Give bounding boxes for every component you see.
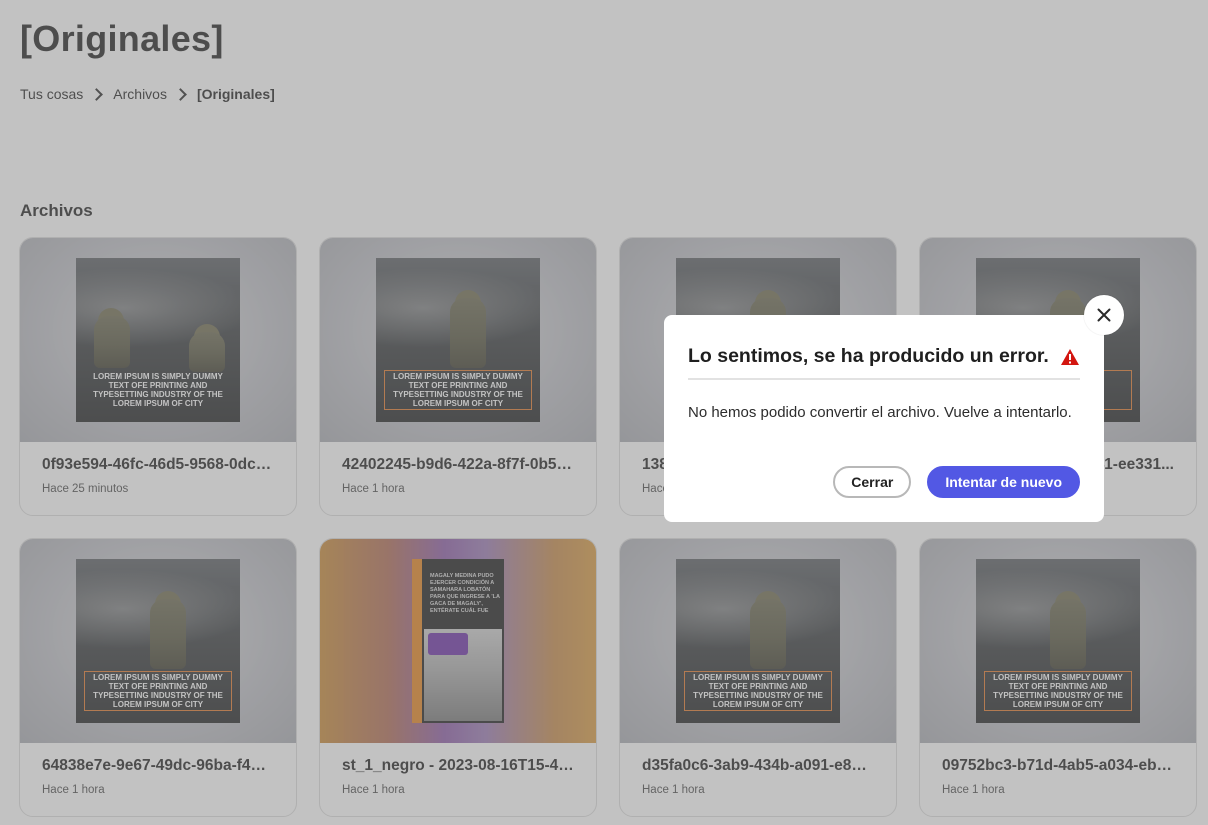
retry-button[interactable]: Intentar de nuevo [927,466,1080,498]
close-dialog-button[interactable] [1084,295,1124,335]
close-icon [1097,308,1111,322]
dialog-actions: Cerrar Intentar de nuevo [833,466,1080,498]
dialog-message: No hemos podido convertir el archivo. Vu… [688,404,1072,421]
dialog-header: Lo sentimos, se ha producido un error. [688,345,1080,380]
dialog-title: Lo sentimos, se ha producido un error. [688,345,1049,367]
cancel-button[interactable]: Cerrar [833,466,912,498]
alert-triangle-icon [1061,348,1079,365]
error-dialog: Lo sentimos, se ha producido un error. N… [664,315,1104,522]
